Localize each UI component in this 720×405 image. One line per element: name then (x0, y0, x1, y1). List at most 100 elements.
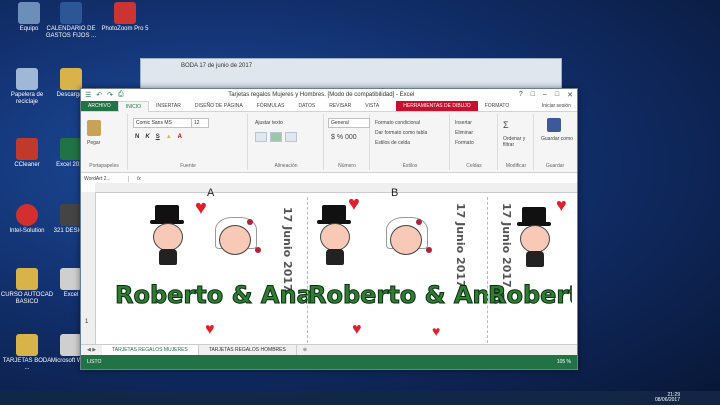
wedding-card[interactable]: ♥ 17 Junio 2017 Roberto & Ana ♥ ♥ (307, 193, 506, 343)
sheet-tab-mujeres[interactable]: TARJETAS REGALOS MUJERES (102, 345, 199, 355)
tab-inicio[interactable]: INICIO (117, 100, 150, 112)
paste-button[interactable]: Pegar (87, 140, 100, 146)
sort-filter-button[interactable]: Ordenar y filtrar (503, 136, 533, 148)
card-names: Roberto & Ana (115, 281, 314, 310)
wedding-card[interactable]: ♥ 17 Junio 2017 Robert (487, 197, 572, 343)
italic-button[interactable]: K (145, 134, 149, 140)
styles-group: Formato condicional Dar formato como tab… (371, 114, 450, 170)
minimize-icon[interactable]: – (543, 91, 547, 99)
ribbon-tabs: ARCHIVO INICIO INSERTAR DISEÑO DE PÁGINA… (81, 100, 577, 112)
font-name-select[interactable]: Comic Sans MS (133, 118, 193, 128)
formula-input[interactable] (148, 174, 577, 183)
percent-icon[interactable]: $ % 000 (331, 134, 357, 141)
align-right-icon[interactable] (285, 132, 297, 142)
group-label: Alineación (274, 163, 298, 169)
row-header-1[interactable]: 1 (85, 319, 88, 325)
groom-face-icon (320, 223, 350, 251)
sign-in-link[interactable]: Iniciar sesión (542, 103, 577, 109)
tab-formulas[interactable]: FÓRMULAS (250, 101, 292, 111)
flower-icon (247, 219, 253, 225)
redo-icon[interactable]: ↷ (107, 91, 113, 99)
heart-icon: ♥ (556, 197, 567, 215)
font-size-select[interactable]: 12 (191, 118, 209, 128)
tab-vista[interactable]: VISTA (358, 101, 386, 111)
taskbar: 21:29 08/06/2017 (0, 391, 720, 405)
number-format-select[interactable]: General (328, 118, 370, 128)
tab-datos[interactable]: DATOS (291, 101, 322, 111)
groom-body-icon (159, 249, 177, 265)
sheet-tab-hombres[interactable]: TARJETAS REGALOS HOMBRES (199, 345, 297, 355)
conditional-format-button[interactable]: Formato condicional (375, 120, 420, 126)
groom-face-icon (520, 225, 550, 253)
delete-cells-button[interactable]: Eliminar (455, 130, 473, 136)
format-cells-button[interactable]: Formato (455, 140, 474, 146)
insert-cells-button[interactable]: Insertar (455, 120, 472, 126)
group-label: Fuente (180, 163, 196, 169)
sheet-nav-icon[interactable]: ◀ ▶ (81, 347, 102, 353)
save-as-button[interactable]: Guardar como (541, 136, 573, 142)
tab-insertar[interactable]: INSERTAR (149, 101, 188, 111)
tab-revisar[interactable]: REVISAR (322, 101, 358, 111)
group-label: Número (338, 163, 356, 169)
save-icon[interactable] (547, 118, 561, 132)
align-left-icon[interactable] (255, 132, 267, 142)
cell-styles-button[interactable]: Estilos de celda (375, 140, 410, 146)
maximize-icon[interactable]: □ (555, 91, 559, 99)
fill-color-icon[interactable]: ▲ (166, 134, 172, 140)
bold-button[interactable]: N (135, 134, 139, 140)
window-title: Tarjetas regalos Mujeres y Hombres. [Mod… (228, 92, 415, 98)
excel-window[interactable]: ☰ ↶ ↷ ⎙ Tarjetas regalos Mujeres y Hombr… (80, 88, 578, 370)
help-icon[interactable]: ? (519, 91, 523, 99)
heart-icon: ♥ (352, 321, 362, 338)
wedding-card[interactable]: ♥ 17 Junio 2017 Roberto & Ana ♥ (115, 197, 314, 343)
fx-icon[interactable]: fx (129, 176, 149, 182)
title-bar: ☰ ↶ ↷ ⎙ Tarjetas regalos Mujeres y Hombr… (81, 89, 577, 101)
card-names: Roberto & Ana (308, 281, 507, 310)
ribbon: Pegar Portapapeles Comic Sans MS 12 N K … (81, 112, 577, 173)
card-date: 17 Junio 2017 (454, 203, 467, 288)
top-hat-icon (317, 205, 351, 224)
group-label: Guardar (545, 163, 565, 169)
excel-logo-icon: ☰ (85, 92, 92, 99)
name-box[interactable]: WordArt 2... (81, 175, 129, 182)
flower-icon (416, 219, 422, 225)
alignment-group: Ajustar texto Alineación (249, 114, 324, 170)
tab-drawing-tools[interactable]: HERRAMIENTAS DE DIBUJO (396, 101, 478, 111)
add-sheet-icon[interactable]: ⊕ (297, 347, 313, 353)
group-label: Estilos (402, 163, 418, 169)
word-document-icon[interactable]: CALENDARIO DE GASTOS FIJOS ... (44, 2, 98, 40)
tab-diseno[interactable]: DISEÑO DE PÁGINA (188, 101, 250, 111)
bride-face-icon (390, 225, 422, 255)
groom-face-icon (153, 223, 183, 251)
tab-archivo[interactable]: ARCHIVO (81, 101, 118, 111)
underline-button[interactable]: S (156, 134, 160, 140)
quick-access-toolbar: ☰ ↶ ↷ ⎙ (85, 91, 124, 99)
number-group: General $ % 000 Número (325, 114, 370, 170)
sum-icon[interactable]: Σ (503, 120, 509, 130)
bride-face-icon (219, 225, 251, 255)
group-label: Portapapeles (89, 163, 119, 169)
wrap-text-button[interactable]: Ajustar texto (255, 120, 283, 126)
status-bar: LISTO 105 % (81, 355, 577, 369)
clipboard-group: Pegar Portapapeles (81, 114, 128, 170)
sheet-tabs: ◀ ▶ TARJETAS REGALOS MUJERES TARJETAS RE… (81, 344, 577, 355)
paste-icon[interactable] (87, 120, 101, 136)
close-icon[interactable]: ✕ (567, 91, 573, 99)
group-label: Modificar (505, 163, 527, 169)
font-color-icon[interactable]: A (178, 134, 182, 140)
row-headers (81, 192, 96, 349)
ribbon-display-icon[interactable]: □ (531, 91, 535, 99)
bouquet-icon (255, 247, 261, 253)
font-style-buttons: N K S ▲ A (135, 134, 182, 140)
align-center-icon[interactable] (270, 132, 282, 142)
zoom-level[interactable]: 105 % (557, 359, 571, 365)
clock-date: 08/06/2017 (654, 397, 680, 403)
editing-group: Σ Ordenar y filtrar Modificar (499, 114, 534, 170)
undo-icon[interactable]: ↶ (96, 91, 102, 99)
card-date: 17 Junio 2017 (281, 207, 294, 292)
top-hat-icon (517, 207, 551, 226)
photozoom-icon[interactable]: PhotoZoom Pro 5 (98, 2, 152, 33)
tab-formato[interactable]: FORMATO (478, 101, 517, 111)
table-format-button[interactable]: Dar formato como tabla (375, 130, 427, 136)
taskbar-clock[interactable]: 21:29 08/06/2017 (655, 393, 680, 403)
